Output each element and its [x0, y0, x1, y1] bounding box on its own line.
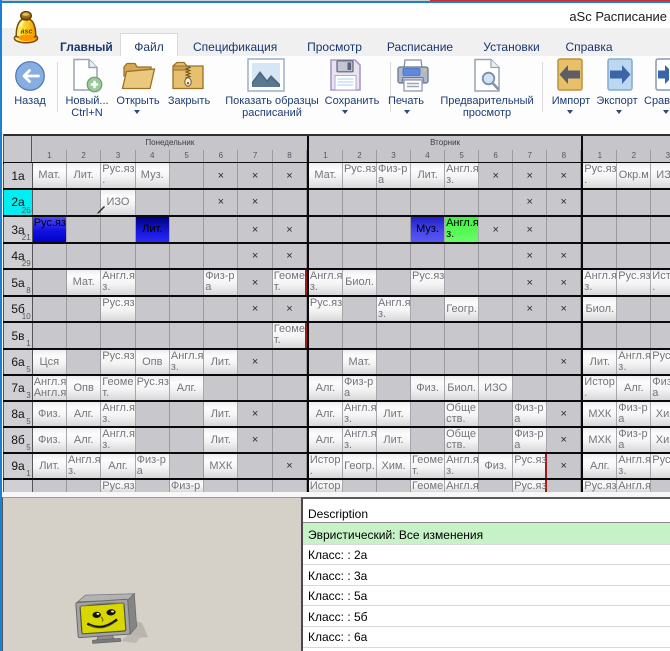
svg-text:asc: asc — [21, 29, 33, 36]
